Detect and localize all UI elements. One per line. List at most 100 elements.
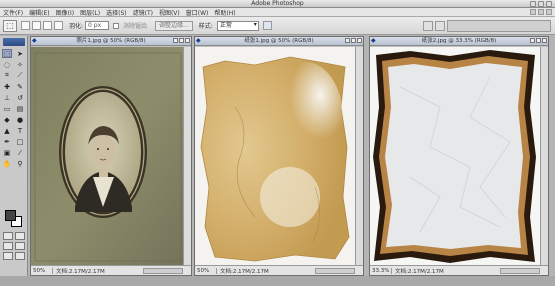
menu-select[interactable]: 选择(S) [106,8,127,17]
paper2-canvas[interactable] [370,47,540,265]
eyedropper-icon[interactable]: ⁄ [15,148,25,157]
menu-filter[interactable]: 滤镜(T) [133,8,153,17]
crop-tool-icon[interactable]: ⌗ [2,71,12,80]
new-selection-icon[interactable] [21,21,30,30]
brushes-panel-icon[interactable] [423,20,433,31]
add-selection-icon[interactable] [32,21,41,30]
doc-maximize-icon[interactable] [351,38,356,43]
hand-tool-icon[interactable]: ✋ [2,159,12,168]
brush-tool-icon[interactable]: ✎ [15,82,25,91]
gradient-tool-icon[interactable]: ▤ [15,104,25,113]
doc-size-info: 文档:2.17M/2.17M [56,268,105,275]
menu-layer[interactable]: 图层(L) [80,8,100,17]
intersect-selection-icon[interactable] [54,21,63,30]
doc-restore-icon[interactable] [538,9,544,15]
doc-vertical-scrollbar[interactable] [355,47,363,265]
tool-grid: ⬚ ➤ ◌ ✧ ⌗ ⟋ ✚ ✎ ⊥ ↺ ▭ ▤ ◆ ● ▲ T ✒ □ ▣ ⁄ … [0,49,27,168]
type-tool-icon[interactable]: T [15,126,25,135]
doc-title-bar[interactable]: ◆ 纸张2.jpg @ 33.3% (RGB/8) [370,37,548,46]
doc-title-bar[interactable]: ◆ 纸张1.jpg @ 50% (RGB/8) [195,37,363,46]
notes-tool-icon[interactable]: ▣ [2,148,12,157]
history-brush-icon[interactable]: ↺ [15,93,25,102]
doc-horizontal-scrollbar[interactable] [500,267,540,274]
eraser-tool-icon[interactable]: ▭ [2,104,12,113]
slice-tool-icon[interactable]: ⟋ [15,71,25,80]
standard-mode-icon[interactable] [3,232,13,240]
doc-window-buttons [345,38,362,43]
shape-tool-icon[interactable]: □ [15,137,25,146]
healing-brush-icon[interactable]: ✚ [2,82,12,91]
marquee-tool-icon[interactable]: ⬚ [2,49,12,58]
style-label: 样式: [198,23,213,30]
quick-mask-icon[interactable] [15,232,25,240]
tool-preset-picker[interactable]: ⬚ [3,19,17,32]
screen-mode-standard-icon[interactable] [3,242,13,250]
clone-stamp-icon[interactable]: ⊥ [2,93,12,102]
doc-minimize-icon[interactable] [345,38,350,43]
style-select[interactable]: 正常 [216,20,259,31]
zoom-tool-icon[interactable]: ⚲ [15,159,25,168]
photo-canvas[interactable] [31,47,183,265]
close-icon[interactable] [546,1,552,7]
zoom-level[interactable]: 50% [31,267,53,274]
feather-input[interactable]: 0 px [85,21,110,30]
move-tool-icon[interactable]: ➤ [15,49,25,58]
menu-file[interactable]: 文件(F) [3,8,23,17]
pen-tool-icon[interactable]: ✒ [2,137,12,146]
doc-horizontal-scrollbar[interactable] [315,267,355,274]
doc-maximize-icon[interactable] [536,38,541,43]
lasso-tool-icon[interactable]: ◌ [2,60,12,69]
doc-close-icon[interactable] [546,9,552,15]
menu-image[interactable]: 图像(I) [56,8,74,17]
screen-mode-black-icon[interactable] [3,252,13,260]
minimize-icon[interactable] [530,1,536,7]
doc-minimize-icon[interactable] [530,38,535,43]
feather-label: 羽化: [69,23,84,30]
menu-view[interactable]: 视图(V) [159,8,180,17]
doc-vertical-scrollbar[interactable] [183,47,191,265]
doc-title: 纸张1.jpg @ 50% (RGB/8) [244,38,314,44]
doc-close-icon[interactable] [357,38,362,43]
magic-wand-tool-icon[interactable]: ✧ [15,60,25,69]
workspace-icon[interactable] [262,21,272,30]
doc-minimize-icon[interactable] [173,38,178,43]
antialias-checkbox[interactable] [113,22,120,29]
doc-status-bar: 33.3% 文档:2.17M/2.17M [370,265,548,275]
path-select-icon[interactable]: ▲ [2,126,12,135]
toolbox: ⬚ ➤ ◌ ✧ ⌗ ⟋ ✚ ✎ ⊥ ↺ ▭ ▤ ◆ ● ▲ T ✒ □ ▣ ⁄ … [0,36,28,276]
document-window-photo[interactable]: ◆ 照片1.jpg @ 50% (RGB/8) 50% 文档:2.17M/2.1… [30,36,192,276]
document-window-paper2[interactable]: ◆ 纸张2.jpg @ 33.3% (RGB/8) 33.3% 文档:2.17M… [369,36,549,276]
document-window-paper1[interactable]: ◆ 纸张1.jpg @ 50% (RGB/8) 50% 文档:2.17M/2.1… [194,36,364,276]
doc-window-controls [530,9,552,15]
screen-mode-full-icon[interactable] [15,242,25,250]
foreground-color-swatch[interactable] [5,210,16,221]
panel-icons [423,20,445,31]
paper1-canvas[interactable] [195,47,355,265]
doc-close-icon[interactable] [542,38,547,43]
menu-window[interactable]: 窗口(W) [186,8,209,17]
maximize-icon[interactable] [538,1,544,7]
doc-minimize-icon[interactable] [530,9,536,15]
menu-edit[interactable]: 编辑(E) [29,8,49,17]
doc-horizontal-scrollbar[interactable] [143,267,183,274]
doc-vertical-scrollbar[interactable] [540,47,548,265]
antialias-label: 消除锯齿 [123,23,148,30]
menu-help[interactable]: 帮助(H) [214,8,235,17]
zoom-level[interactable]: 33.3% [370,267,392,274]
workspace-bottom [0,276,555,286]
dodge-tool-icon[interactable]: ● [15,115,25,124]
refine-edge-button[interactable]: 调整边缘... [155,20,193,31]
doc-close-icon[interactable] [185,38,190,43]
doc-title-bar[interactable]: ◆ 照片1.jpg @ 50% (RGB/8) [31,37,191,46]
doc-title: 照片1.jpg @ 50% (RGB/8) [76,38,146,44]
jump-to-imageready-icon[interactable] [15,252,25,260]
blur-tool-icon[interactable]: ◆ [2,115,12,124]
zoom-level[interactable]: 50% [195,267,217,274]
menu-bar: 文件(F) 编辑(E) 图像(I) 图层(L) 选择(S) 滤镜(T) 视图(V… [0,8,555,17]
tool-presets-panel-icon[interactable] [435,20,445,31]
doc-maximize-icon[interactable] [179,38,184,43]
palette-well [447,19,551,32]
subtract-selection-icon[interactable] [43,21,52,30]
style-value: 正常 [219,21,232,29]
window-controls [530,1,552,7]
